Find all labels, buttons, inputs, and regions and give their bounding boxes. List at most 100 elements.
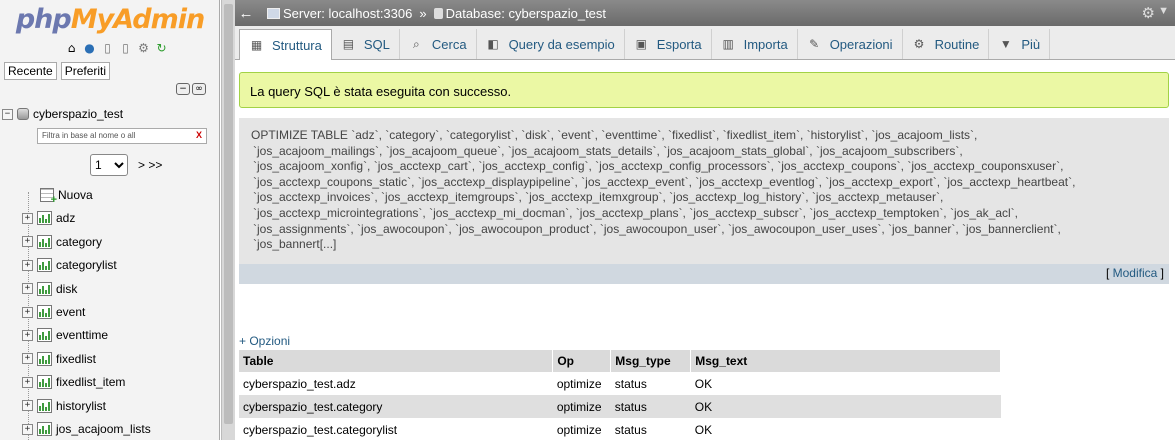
breadcrumb-database[interactable]: Database: cyberspazio_test (446, 6, 606, 21)
filter-placeholder: Filtra in base al nome o all (42, 131, 136, 140)
column-header[interactable]: Op (552, 350, 612, 372)
tab-sql[interactable]: ▤ SQL (332, 29, 400, 59)
expand-icon[interactable]: + (22, 259, 33, 271)
expand-icon[interactable]: + (22, 236, 33, 248)
tree-item-new[interactable]: Nuova (40, 185, 93, 206)
back-arrow-icon[interactable]: ← (235, 5, 257, 22)
expand-icon[interactable]: + (22, 212, 33, 224)
options-toggle[interactable]: + Opzioni (239, 334, 290, 348)
tree-item-label[interactable]: adz (56, 211, 75, 225)
column-header[interactable]: Table (239, 350, 554, 372)
filter-clear-icon[interactable]: X (196, 130, 202, 140)
expand-icon[interactable]: + (22, 376, 33, 388)
tree-item-table[interactable]: + historylist (22, 396, 106, 416)
expand-icon[interactable]: + (22, 329, 33, 341)
expand-icon[interactable]: + (22, 400, 33, 412)
tab-struttura[interactable]: ▦ Struttura (239, 29, 332, 60)
tree-item-label[interactable]: jos_acajoom_lists (56, 422, 151, 436)
help-icon[interactable]: ● (82, 40, 97, 55)
breadcrumb-server[interactable]: Server: localhost:3306 (283, 6, 412, 21)
navigation-panel: phpMyAdmin ⌂ ● ▯ ▯ ⚙ ↻ Recente Preferiti… (0, 0, 220, 440)
menu-caret-icon[interactable]: ▼ (1158, 5, 1169, 17)
table-cell: status (610, 418, 691, 440)
expand-icon[interactable]: + (22, 423, 33, 435)
table-cell: optimize (552, 372, 611, 395)
routine-icon: ⚙ (913, 37, 925, 51)
tree-item-table[interactable]: + disk (22, 279, 77, 299)
tab-query-da-esempio[interactable]: ◧ Query da esempio (477, 29, 625, 59)
tree-item-label[interactable]: disk (56, 282, 77, 296)
nav-scrollbar-thumb[interactable] (224, 4, 233, 424)
expand-icon[interactable]: + (22, 306, 33, 318)
success-message: La query SQL è stata eseguita con succes… (239, 72, 1169, 108)
docs-icon[interactable]: ▯ (100, 40, 115, 55)
table-row: cyberspazio_test.category optimize status O… (239, 395, 1001, 418)
edit-query-link[interactable]: Modifica (1113, 266, 1158, 280)
server-icon (267, 7, 280, 19)
tree-item-label[interactable]: fixedlist (56, 352, 96, 366)
column-header[interactable]: Msg_type (610, 350, 692, 372)
tree-item-label[interactable]: Nuova (58, 188, 93, 202)
results-table: Table Op Msg_type Msg_text cyberspazio_test… (239, 350, 1001, 440)
home-icon[interactable]: ⌂ (64, 40, 79, 55)
expand-icon[interactable]: + (22, 353, 33, 365)
favorites-button[interactable]: Preferiti (60, 62, 111, 80)
tab-routine[interactable]: ⚙ Routine (903, 29, 990, 59)
tab-label: Importa (743, 36, 788, 52)
collapse-icon[interactable]: − (2, 108, 13, 120)
recent-button[interactable]: Recente (4, 62, 57, 80)
tree-item-table[interactable]: + category (22, 232, 102, 252)
tree-item-table[interactable]: + categorylist (22, 255, 117, 275)
docs-alt-icon[interactable]: ▯ (118, 40, 133, 55)
query-icon: ◧ (487, 37, 499, 51)
collapse-all-icon[interactable]: − (176, 83, 190, 95)
tree-item-table[interactable]: + fixedlist_item (22, 372, 125, 392)
tab-cerca[interactable]: ⌕ Cerca (400, 29, 477, 59)
nav-icon-bar: ⌂ ● ▯ ▯ ⚙ ↻ (64, 40, 169, 55)
caret-down-icon: ▼ (999, 37, 1012, 51)
tree-item-label[interactable]: historylist (56, 399, 106, 413)
table-row: cyberspazio_test.adz optimize status OK (239, 372, 1001, 395)
table-cell: OK (690, 418, 1001, 440)
tree-item-table[interactable]: + eventtime (22, 325, 108, 345)
import-icon: ▥ (722, 37, 734, 51)
gear-icon[interactable]: ⚙ (136, 40, 151, 55)
page-select[interactable]: 1 (90, 154, 128, 176)
results-header-row: Table Op Msg_type Msg_text (239, 350, 1001, 372)
table-icon (37, 328, 52, 343)
page-next-link[interactable]: > >> (138, 158, 162, 172)
sql-line: `jos_assignments`, `jos_awocoupon`, `jos… (253, 221, 1061, 236)
tree-item-table[interactable]: + jos_acajoom_lists (22, 419, 151, 439)
filter-input[interactable]: Filtra in base al nome o all X (37, 128, 207, 144)
tree-item-label[interactable]: event (56, 305, 85, 319)
tab-esporta[interactable]: ▣ Esporta (625, 29, 712, 59)
tree-item-table[interactable]: + fixedlist (22, 349, 96, 369)
tab-importa[interactable]: ▥ Importa (712, 29, 798, 59)
new-table-icon (40, 188, 57, 206)
tree-item-label[interactable]: eventtime (56, 328, 108, 342)
tree-item-table[interactable]: + adz (22, 208, 75, 228)
tree-item-table[interactable]: + event (22, 302, 85, 322)
column-header[interactable]: Msg_text (690, 350, 1001, 372)
tab-pi[interactable]: ▼ Più (989, 29, 1051, 59)
tree-item-label[interactable]: categorylist (56, 258, 117, 272)
settings-gear-icon[interactable]: ⚙ (1142, 4, 1155, 22)
tree-item-label[interactable]: fixedlist_item (56, 375, 125, 389)
expand-icon[interactable]: + (22, 283, 33, 295)
table-icon (37, 211, 52, 226)
nav-scrollbar[interactable] (221, 0, 235, 440)
link-icon[interactable]: ∞ (192, 83, 206, 95)
reload-icon[interactable]: ↻ (154, 40, 169, 55)
table-icon (37, 234, 52, 249)
tab-label: Più (1021, 36, 1041, 52)
sql-line: `jos_acctexp_coupons_static`, `jos_accte… (253, 174, 1076, 189)
phpmyadmin-logo[interactable]: phpMyAdmin (0, 4, 219, 35)
sql-line: `jos_acajoom_xonfig`, `jos_acctexp_cart`… (253, 159, 1064, 174)
table-cell: optimize (552, 395, 611, 418)
tree-item-label[interactable]: category (56, 235, 102, 249)
search-icon: ⌕ (413, 36, 420, 51)
tab-label: Esporta (656, 36, 702, 52)
db-name[interactable]: cyberspazio_test (33, 107, 123, 121)
tab-operazioni[interactable]: ✎ Operazioni (798, 29, 903, 59)
tree-db-root[interactable]: − cyberspazio_test (2, 107, 123, 121)
